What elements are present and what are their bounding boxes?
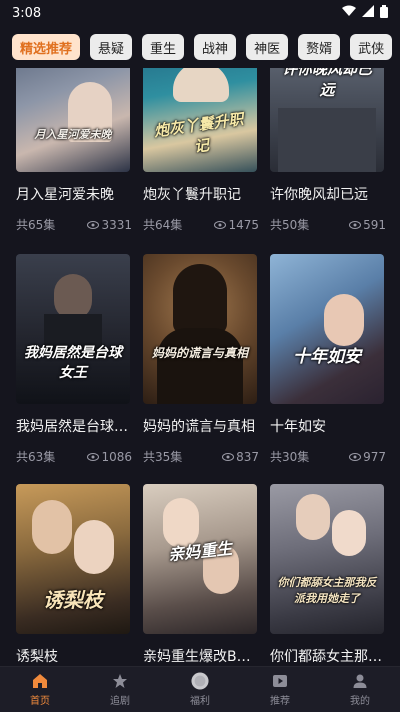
nav-recommend[interactable]: 推荐: [240, 667, 320, 712]
view-count: 837: [236, 449, 259, 464]
drama-title: 你们都舔女主那…: [270, 649, 382, 665]
eye-icon: [87, 450, 100, 464]
eye-icon: [87, 218, 100, 232]
episode-count: 共63集: [16, 450, 56, 464]
status-time: 3:08: [12, 5, 42, 21]
category-tab-wuxia[interactable]: 武侠: [350, 34, 393, 60]
bottom-nav: 首页 追剧 福利 推荐 我的: [0, 666, 400, 712]
drama-poster[interactable]: 我妈居然是台球女王: [16, 254, 130, 404]
category-tab-son-in-law[interactable]: 赘婿: [298, 34, 341, 60]
category-tab-war-god[interactable]: 战神: [194, 34, 237, 60]
drama-poster[interactable]: 妈妈的谎言与真相: [143, 254, 257, 404]
nav-profile[interactable]: 我的: [320, 667, 400, 712]
drama-title: 许你晚风却已远: [270, 187, 368, 203]
status-bar: 3:08: [0, 0, 400, 26]
drama-title: 诱梨枝: [16, 649, 58, 665]
eye-icon: [349, 450, 362, 464]
drama-poster[interactable]: 十年如安: [270, 254, 384, 404]
play-icon: [271, 672, 289, 690]
drama-card[interactable]: 十年如安 十年如安 共30集 977: [270, 254, 386, 465]
episode-count: 共50集: [270, 218, 310, 232]
episode-count: 共64集: [143, 218, 183, 232]
drama-card[interactable]: 月入星河爱未晚 月入星河爱未晚 共65集 3331: [16, 68, 132, 233]
view-count: 1086: [101, 449, 132, 464]
category-tab-suspense[interactable]: 悬疑: [90, 34, 133, 60]
episode-count: 共65集: [16, 218, 56, 232]
drama-title: 炮灰丫鬟升职记: [143, 187, 241, 203]
drama-card[interactable]: 许你晚风却已远 许你晚风却已远 共50集 591: [270, 68, 386, 233]
drama-poster[interactable]: 亲妈重生: [143, 484, 257, 634]
battery-icon: [380, 4, 388, 22]
drama-card[interactable]: 炮灰丫鬟升职记 炮灰丫鬟升职记 共64集 1475: [143, 68, 259, 233]
category-tab-rebirth[interactable]: 重生: [142, 34, 185, 60]
drama-title: 十年如安: [270, 419, 326, 435]
drama-poster[interactable]: 炮灰丫鬟升职记: [143, 68, 257, 172]
drama-grid: 月入星河爱未晚 月入星河爱未晚 共65集 3331 炮灰丫鬟升职记 炮灰丫鬟升职…: [0, 68, 400, 666]
nav-recommend-label: 推荐: [270, 696, 290, 707]
category-tab-doctor[interactable]: 神医: [246, 34, 289, 60]
category-tab-featured[interactable]: 精选推荐: [12, 34, 81, 60]
drama-title: 妈妈的谎言与真相: [143, 419, 255, 435]
drama-card[interactable]: 你们都舔女主那我反派我用她走了 你们都舔女主那…: [270, 484, 384, 666]
drama-card[interactable]: 我妈居然是台球女王 我妈居然是台球女王 共63集 1086: [16, 254, 134, 465]
drama-card[interactable]: 妈妈的谎言与真相 妈妈的谎言与真相 共35集 837: [143, 254, 259, 465]
nav-home-label: 首页: [30, 696, 50, 707]
eye-icon: [222, 450, 235, 464]
drama-card[interactable]: 亲妈重生 亲妈重生爆改B…: [143, 484, 257, 666]
drama-poster[interactable]: 诱梨枝: [16, 484, 130, 634]
drama-poster[interactable]: 你们都舔女主那我反派我用她走了: [270, 484, 384, 634]
star-icon: [111, 672, 129, 690]
nav-follow-label: 追剧: [110, 696, 130, 707]
eye-icon: [349, 218, 362, 232]
drama-poster[interactable]: 许你晚风却已远: [270, 68, 384, 172]
eye-icon: [214, 218, 227, 232]
view-count: 977: [363, 449, 386, 464]
drama-title: 我妈居然是台球女王: [16, 419, 134, 435]
episode-count: 共35集: [143, 450, 183, 464]
drama-card[interactable]: 诱梨枝 诱梨枝: [16, 484, 130, 666]
nav-welfare-label: 福利: [190, 696, 210, 707]
drama-poster[interactable]: 月入星河爱未晚: [16, 68, 130, 172]
gift-circle-icon: [191, 672, 209, 690]
view-count: 3331: [101, 217, 132, 232]
nav-welfare[interactable]: 福利: [160, 667, 240, 712]
nav-home[interactable]: 首页: [0, 667, 80, 712]
signal-icon: [362, 5, 374, 21]
view-count: 591: [363, 217, 386, 232]
nav-follow[interactable]: 追剧: [80, 667, 160, 712]
person-icon: [351, 672, 369, 690]
drama-title: 月入星河爱未晚: [16, 187, 114, 203]
episode-count: 共30集: [270, 450, 310, 464]
home-icon: [31, 672, 49, 690]
nav-profile-label: 我的: [350, 696, 370, 707]
category-tabs: 精选推荐 悬疑 重生 战神 神医 赘婿 武侠: [0, 26, 400, 68]
drama-title: 亲妈重生爆改B…: [143, 649, 251, 665]
view-count: 1475: [228, 217, 259, 232]
wifi-icon: [342, 5, 356, 21]
